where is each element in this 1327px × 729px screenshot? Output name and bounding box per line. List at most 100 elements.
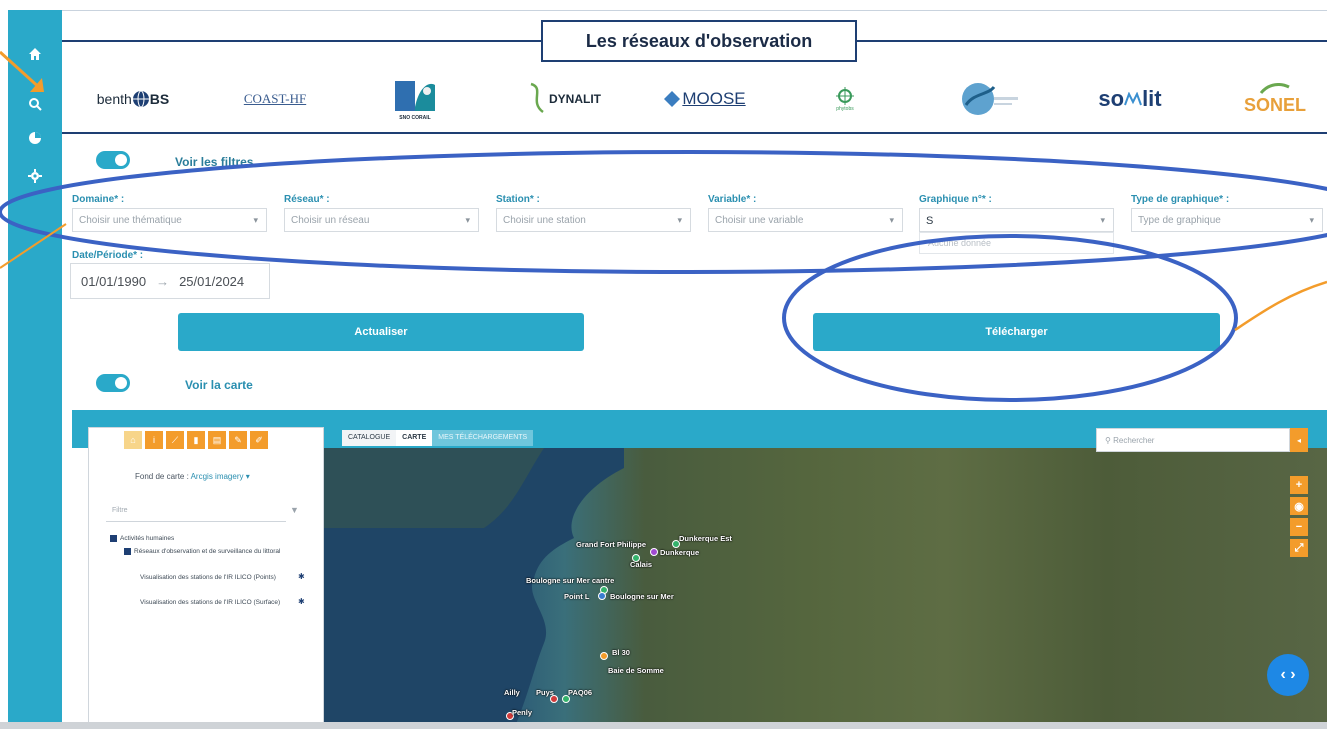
domaine-select[interactable]: Choisir une thématique ▾ — [72, 208, 267, 232]
variable-select[interactable]: Choisir une variable ▾ — [708, 208, 903, 232]
station-label[interactable]: Calais — [630, 560, 652, 569]
left-sidebar — [8, 10, 62, 729]
phenotemps-icon — [962, 83, 1018, 115]
station-label[interactable]: Penly — [512, 708, 532, 717]
graphique-dropdown[interactable]: Aucune donnée — [919, 232, 1114, 254]
basemap-value[interactable]: Arcgis imagery ▾ — [191, 472, 250, 481]
search-icon[interactable] — [27, 96, 43, 112]
tree-item-label: Activités humaines — [120, 535, 175, 542]
map-search-input[interactable]: ⚲ Rechercher — [1096, 428, 1290, 452]
station-label[interactable]: Dunkerque Est — [679, 534, 732, 543]
zoom-out-button[interactable]: − — [1290, 518, 1308, 536]
logo-phenotemps[interactable] — [940, 68, 1040, 130]
tree-item[interactable]: Visualisation des stations de l'IR ILICO… — [140, 573, 290, 582]
filters-toggle[interactable] — [96, 151, 130, 169]
station-marker[interactable] — [550, 695, 558, 703]
station-label[interactable]: Dunkerque — [660, 548, 699, 557]
station-label[interactable]: Grand Fort Philippe — [576, 540, 646, 549]
chevron-down-icon: ▾ — [253, 215, 258, 225]
tab-catalogue[interactable]: CATALOGUE — [342, 430, 397, 446]
logo-dynalit[interactable]: DYNALIT — [514, 68, 614, 130]
bookmark-tool-icon[interactable]: ▮ — [187, 431, 205, 449]
chevron-down-icon: ▾ — [1309, 215, 1314, 225]
fullscreen-icon[interactable]: ⤢ — [1290, 539, 1308, 557]
logo-moose-text: MOOSE — [682, 89, 746, 108]
graphique-select[interactable]: S ▾ — [919, 208, 1114, 232]
ruler-tool-icon[interactable]: ⟋ — [166, 431, 184, 449]
tree-item[interactable]: Visualisation des stations de l'IR ILICO… — [140, 598, 290, 607]
layer-filter-placeholder: Filtre — [112, 507, 128, 514]
logo-moose[interactable]: MOOSE — [654, 68, 754, 130]
station-placeholder: Choisir une station — [503, 215, 586, 226]
chart-icon[interactable] — [27, 130, 43, 146]
station-marker[interactable] — [650, 548, 658, 556]
search-icon: ⚲ — [1105, 436, 1114, 445]
date-end[interactable]: 25/01/2024 — [179, 274, 244, 289]
header-line-left — [62, 40, 541, 42]
reseau-placeholder: Choisir un réseau — [291, 215, 370, 226]
graphique-value: S — [926, 215, 934, 227]
print-tool-icon[interactable]: ▤ — [208, 431, 226, 449]
station-label[interactable]: PAQ06 — [568, 688, 592, 697]
logo-somlit-text2: lit — [1142, 86, 1162, 111]
horizontal-scrollbar[interactable] — [0, 722, 1327, 729]
checkbox-icon — [124, 547, 131, 555]
station-label[interactable]: Baie de Somme — [608, 666, 664, 675]
map-search-button[interactable]: ◂ — [1290, 428, 1308, 452]
logo-sno-coral[interactable]: SNO CORAIL — [380, 68, 450, 130]
type-graphique-select[interactable]: Type de graphique ▾ — [1131, 208, 1323, 232]
logo-coast-hf-text: COAST-HF — [243, 91, 307, 106]
map-toggle[interactable] — [96, 374, 130, 392]
gear-icon[interactable] — [27, 168, 43, 184]
telecharger-button[interactable]: Télécharger — [813, 313, 1220, 351]
home-icon[interactable] — [27, 46, 43, 62]
date-range-picker[interactable]: 01/01/1990 → 25/01/2024 — [70, 263, 270, 299]
tab-telechargements[interactable]: MES TÉLÉCHARGEMENTS — [432, 430, 534, 446]
info-tool-icon[interactable]: i — [145, 431, 163, 449]
type-graphique-placeholder: Type de graphique — [1138, 215, 1221, 226]
locate-icon[interactable]: ◉ — [1290, 497, 1308, 515]
type-graphique-label: Type de graphique* : — [1131, 194, 1230, 205]
reseau-select[interactable]: Choisir un réseau ▾ — [284, 208, 479, 232]
station-label[interactable]: Point L — [564, 592, 589, 601]
gear-icon[interactable]: ✱ — [298, 572, 305, 581]
station-label[interactable]: Boulogne sur Mer — [610, 592, 674, 601]
tree-item[interactable]: Réseaux d'observation et de surveillance… — [124, 547, 314, 556]
actualiser-button[interactable]: Actualiser — [178, 313, 584, 351]
gear-icon[interactable]: ✱ — [298, 597, 305, 606]
filter-icon[interactable]: ▼ — [290, 505, 299, 515]
station-marker[interactable] — [600, 652, 608, 660]
tree-item[interactable]: Activités humaines — [110, 534, 310, 543]
app-root: Les réseaux d'observation benth BS COAST… — [0, 0, 1327, 729]
logo-benthobs[interactable]: benth BS — [88, 68, 178, 130]
logo-phytobs[interactable]: phytobs — [820, 68, 870, 130]
station-label[interactable]: Bl 30 — [612, 648, 630, 657]
satellite-map[interactable]: Grand Fort Philippe Dunkerque Est Dunker… — [324, 448, 1327, 729]
tree-item-label: Visualisation des stations de l'IR ILICO… — [140, 574, 276, 581]
draw-tool-icon[interactable]: ✎ — [229, 431, 247, 449]
panel-toggle-icon[interactable]: ‹ › — [1267, 654, 1309, 696]
tab-carte[interactable]: CARTE — [396, 430, 433, 446]
variable-placeholder: Choisir une variable — [715, 215, 804, 226]
logo-sno-coral-text: SNO CORAIL — [399, 115, 431, 121]
station-label[interactable]: Boulogne sur Mer cantre — [526, 576, 614, 585]
variable-label: Variable* : — [708, 194, 757, 205]
logo-somlit[interactable]: so lit — [1080, 68, 1180, 130]
logo-benthobs-text2: BS — [149, 91, 170, 107]
map-tabs: CATALOGUE CARTE MES TÉLÉCHARGEMENTS — [342, 430, 534, 446]
checkbox-icon — [110, 534, 117, 542]
home-tool-icon[interactable]: ⌂ — [124, 431, 142, 449]
station-label: Station* : — [496, 194, 540, 205]
date-start[interactable]: 01/01/1990 — [81, 274, 146, 289]
chevron-down-icon: ▾ — [889, 215, 894, 225]
zoom-in-button[interactable]: + — [1290, 476, 1308, 494]
edit-tool-icon[interactable]: ✐ — [250, 431, 268, 449]
station-label[interactable]: Ailly — [504, 688, 520, 697]
station-marker[interactable] — [598, 592, 606, 600]
layer-filter-input[interactable]: Filtre — [106, 504, 286, 522]
logo-sonel[interactable]: SONEL — [1230, 68, 1320, 130]
station-select[interactable]: Choisir une station ▾ — [496, 208, 691, 232]
logo-dynalit-text: DYNALIT — [549, 92, 601, 106]
basemap-selector[interactable]: Fond de carte : Arcgis imagery ▾ — [135, 472, 250, 481]
logo-coast-hf[interactable]: COAST-HF — [230, 68, 320, 130]
